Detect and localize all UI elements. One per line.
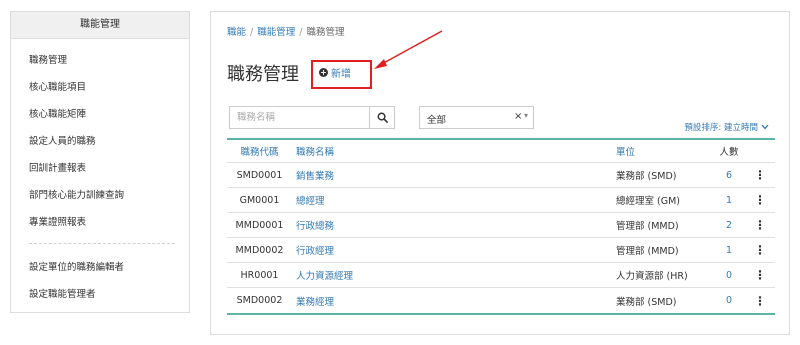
breadcrumb-current: 職務管理	[306, 27, 345, 38]
header-name: 職務名稱	[296, 147, 335, 158]
table-row: SMD0002 業務經理 業務部 (SMD) 0 ⋮	[227, 288, 775, 313]
more-options-icon[interactable]: ⋮	[752, 188, 768, 212]
job-unit: 人力資源部 (HR)	[616, 271, 688, 282]
more-options-icon[interactable]: ⋮	[752, 238, 768, 262]
plus-circle-icon: +	[319, 68, 328, 77]
job-code: SMD0002	[236, 295, 283, 306]
header-count: 人數	[719, 147, 739, 158]
table-header-row: 職務代碼 職務名稱 單位 人數	[227, 140, 775, 163]
sidebar-item-core-competency-matrix[interactable]: 核心職能矩陣	[29, 106, 86, 120]
more-options-icon[interactable]: ⋮	[752, 288, 768, 313]
job-name-link[interactable]: 業務經理	[296, 288, 334, 313]
sidebar-item-set-personnel-jobs[interactable]: 設定人員的職務	[29, 133, 96, 147]
job-code: SMD0001	[236, 169, 283, 181]
job-count-link[interactable]: 2	[701, 213, 757, 237]
chevron-down-icon	[761, 124, 769, 130]
unit-filter-select[interactable]: 全部 × ▾	[419, 106, 534, 129]
search-input[interactable]	[229, 106, 369, 129]
sidebar-item-competency-managers[interactable]: 設定職能管理者	[29, 286, 96, 300]
sidebar-divider	[29, 243, 175, 244]
breadcrumb: 職能 / 職能管理 / 職務管理	[227, 24, 344, 38]
job-name-link[interactable]: 總經理	[296, 188, 325, 212]
search-button[interactable]	[369, 106, 395, 129]
sidebar-title: 職能管理	[11, 12, 189, 39]
main-panel: 職能/職能管理/職務管理 職務管理 + 新增 全部 × ▾ 預設排序: 建立時間…	[210, 11, 790, 335]
more-options-icon[interactable]: ⋮	[752, 163, 768, 187]
job-unit: 總經理室 (GM)	[616, 196, 680, 207]
sidebar-item-retraining-report[interactable]: 回訓計畫報表	[29, 160, 86, 174]
sort-dropdown[interactable]: 預設排序: 建立時間	[684, 121, 769, 133]
job-code: GM0001	[239, 194, 280, 206]
header-code: 職務代碼	[240, 147, 279, 158]
more-options-icon[interactable]: ⋮	[752, 263, 768, 287]
job-unit: 業務部 (SMD)	[616, 296, 677, 308]
table-row: GM0001 總經理 總經理室 (GM) 1 ⋮	[227, 188, 775, 213]
job-code: MMD0001	[235, 219, 284, 231]
breadcrumb-separator: /	[299, 27, 303, 38]
table-row: HR0001 人力資源經理 人力資源部 (HR) 0 ⋮	[227, 263, 775, 288]
job-name-link[interactable]: 行政經理	[296, 238, 334, 262]
job-count-link[interactable]: 0	[701, 288, 757, 313]
sidebar-item-certificate-report[interactable]: 專業證照報表	[29, 214, 86, 228]
sidebar-item-dept-training-query[interactable]: 部門核心能力訓練查詢	[29, 187, 124, 201]
job-name-link[interactable]: 銷售業務	[296, 163, 334, 187]
caret-down-icon: ▾	[524, 111, 529, 120]
job-count-link[interactable]: 0	[701, 263, 757, 287]
table-row: MMD0001 行政總務 管理部 (MMD) 2 ⋮	[227, 213, 775, 238]
clear-icon[interactable]: ×	[514, 111, 522, 122]
sort-label: 預設排序: 建立時間	[684, 123, 758, 133]
add-button-label: 新增	[331, 69, 351, 80]
jobs-table: 職務代碼 職務名稱 單位 人數 SMD0001 銷售業務 業務部 (SMD) 6…	[227, 138, 775, 315]
sidebar-item-job-management[interactable]: 職務管理	[29, 52, 67, 66]
sidebar: 職能管理 職務管理 核心職能項目 核心職能矩陣 設定人員的職務 回訓計畫報表 部…	[10, 11, 190, 313]
more-options-icon[interactable]: ⋮	[752, 213, 768, 237]
table-row: SMD0001 銷售業務 業務部 (SMD) 6 ⋮	[227, 163, 775, 188]
job-count-link[interactable]: 1	[701, 188, 757, 212]
add-button[interactable]: + 新增	[319, 65, 351, 80]
sidebar-item-core-competency-items[interactable]: 核心職能項目	[29, 79, 86, 93]
job-count-link[interactable]: 6	[701, 163, 757, 187]
page-title: 職務管理	[227, 64, 299, 85]
job-unit: 管理部 (MMD)	[616, 246, 679, 257]
job-name-link[interactable]: 行政總務	[296, 213, 334, 237]
breadcrumb-link-competency-management[interactable]: 職能管理	[257, 27, 295, 38]
unit-filter-value: 全部	[427, 115, 447, 126]
job-unit: 管理部 (MMD)	[616, 221, 679, 232]
search-icon	[377, 112, 388, 123]
breadcrumb-link-competency[interactable]: 職能	[227, 27, 246, 38]
table-row: MMD0002 行政經理 管理部 (MMD) 1 ⋮	[227, 238, 775, 263]
sidebar-item-unit-job-editors[interactable]: 設定單位的職務編輯者	[29, 259, 124, 273]
breadcrumb-separator: /	[250, 27, 254, 38]
job-code: HR0001	[240, 269, 279, 281]
job-unit: 業務部 (SMD)	[616, 171, 677, 182]
job-name-link[interactable]: 人力資源經理	[296, 263, 353, 287]
job-code: MMD0002	[235, 244, 284, 256]
header-unit: 單位	[616, 147, 636, 158]
job-count-link[interactable]: 1	[701, 238, 757, 262]
